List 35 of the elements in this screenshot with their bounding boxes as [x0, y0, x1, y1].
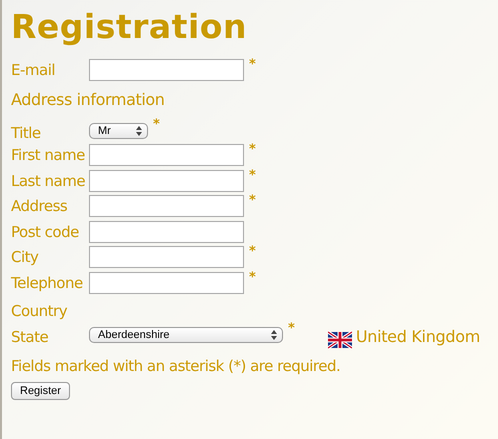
flag-icon [328, 330, 352, 348]
input-field[interactable] [89, 144, 244, 166]
register-button[interactable]: Register [11, 382, 70, 400]
field-label: Last name [11, 170, 86, 192]
required-mark: * [249, 144, 256, 156]
input-field[interactable] [89, 170, 244, 192]
field-label: City [11, 247, 40, 268]
field-label: First name [11, 145, 86, 166]
input-field[interactable] [89, 272, 244, 294]
input-field[interactable] [89, 220, 244, 242]
field-label: Title [11, 122, 42, 144]
updown-icon [271, 330, 277, 340]
input-field[interactable] [89, 195, 244, 217]
field-label: E-mail [11, 60, 56, 81]
page-title: Registration [11, 6, 248, 48]
updown-icon [136, 126, 142, 136]
dropdown[interactable]: Aberdeenshire [89, 326, 283, 342]
required-mark: * [288, 322, 295, 334]
section-heading: Address information [11, 88, 166, 110]
country-name: United Kingdom [356, 326, 480, 348]
input-field[interactable] [89, 246, 244, 268]
field-label: Country [11, 301, 68, 322]
field-label: Address [11, 196, 68, 217]
required-mark: * [249, 272, 256, 284]
dropdown[interactable]: Mr [89, 122, 148, 138]
required-mark: * [249, 170, 256, 182]
input-field[interactable] [89, 59, 244, 81]
required-mark: * [153, 118, 160, 130]
field-label: Telephone [11, 272, 84, 294]
field-label: Post code [11, 222, 80, 242]
field-label: State [11, 326, 50, 348]
required-note: Fields marked with an asterisk (*) are required. [11, 356, 342, 376]
required-mark: * [249, 246, 256, 258]
required-mark: * [249, 195, 256, 207]
required-mark: * [249, 59, 256, 71]
